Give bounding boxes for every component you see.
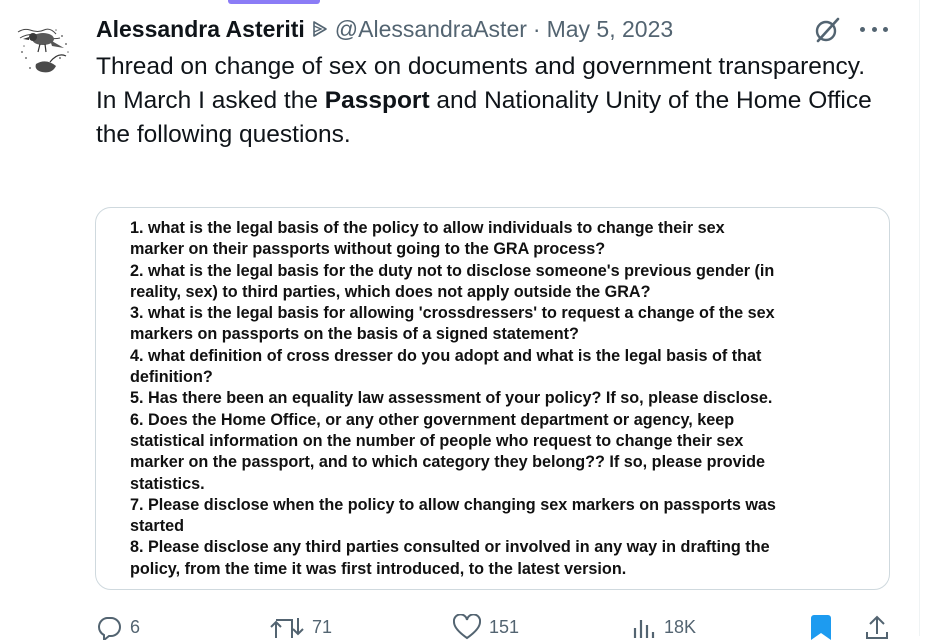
document-line: marker on their passports without going … [130, 240, 606, 259]
like-count: 151 [489, 616, 520, 637]
heart-icon [453, 614, 481, 640]
tweet-date[interactable]: May 5, 2023 [547, 16, 674, 43]
share-icon [866, 615, 888, 639]
tweet-header: Alessandra Asteriti @AlessandraAster · M… [96, 14, 673, 44]
views-icon [633, 620, 655, 638]
document-line: policy, from the time it was first intro… [130, 559, 627, 578]
avatar-bird-illustration [10, 18, 78, 86]
tweet-text-line2: In March I asked the Passport and Nation… [96, 84, 896, 152]
tweet-text-bold: Passport [324, 87, 430, 114]
separator-dot: · [532, 15, 541, 42]
more-dot [871, 26, 877, 32]
share-button[interactable] [864, 614, 890, 640]
media-image[interactable]: 1. what is the legal basis of the policy… [95, 207, 890, 590]
document-line: definition? [130, 368, 213, 387]
document-line: 8. Please disclose any third parties con… [130, 538, 770, 557]
document-line: 3. what is the legal basis for allowing … [130, 304, 775, 323]
document-line: markers on passports on the basis of a s… [130, 325, 579, 344]
repost-count: 71 [312, 616, 333, 637]
parody-badge-icon [311, 19, 329, 39]
repost-button[interactable]: 71 [270, 614, 332, 640]
document-line: 7. Please disclose when the policy to al… [130, 495, 776, 514]
like-button[interactable]: 151 [453, 614, 519, 640]
grok-icon[interactable] [813, 16, 841, 44]
views-button[interactable]: 18K [632, 614, 696, 640]
document-text: 1. what is the legal basis of the policy… [130, 218, 875, 580]
avatar[interactable] [10, 18, 78, 86]
action-bar: 6 71 151 18K [96, 614, 896, 644]
bookmark-button[interactable] [809, 614, 833, 640]
more-dot [860, 26, 865, 32]
reply-icon [98, 617, 121, 640]
reply-count: 6 [130, 616, 141, 637]
tweet-text-segment: In March I asked the [96, 87, 325, 114]
tab-indicator [228, 0, 320, 4]
display-name[interactable]: Alessandra Asteriti [96, 16, 305, 43]
document-line: marker on the passport, and to which cat… [130, 453, 766, 472]
user-handle[interactable]: @AlessandraAster [335, 16, 527, 43]
tweet-text: Thread on change of sex on documents and… [96, 50, 896, 152]
document-line: 5. Has there been an equality law assess… [130, 389, 773, 408]
timeline-border [919, 0, 920, 636]
document-line: statistics. [130, 474, 205, 493]
views-count: 18K [664, 616, 697, 637]
document-line: 1. what is the legal basis of the policy… [130, 219, 725, 237]
more-dot [883, 26, 888, 32]
document-line: statistical information on the number of… [130, 431, 744, 450]
document-line: 4. what definition of cross dresser do y… [130, 346, 762, 365]
tweet-text-line1: Thread on change of sex on documents and… [96, 53, 866, 80]
document-line: reality, sex) to third parties, which do… [130, 282, 651, 301]
reply-button[interactable]: 6 [96, 614, 140, 640]
more-icon[interactable] [860, 18, 888, 40]
bookmark-icon [811, 615, 831, 640]
document-line: started [130, 517, 184, 536]
document-line: 6. Does the Home Office, or any other go… [130, 410, 735, 429]
repost-icon [270, 618, 304, 638]
document-line: 2. what is the legal basis for the duty … [130, 261, 775, 280]
